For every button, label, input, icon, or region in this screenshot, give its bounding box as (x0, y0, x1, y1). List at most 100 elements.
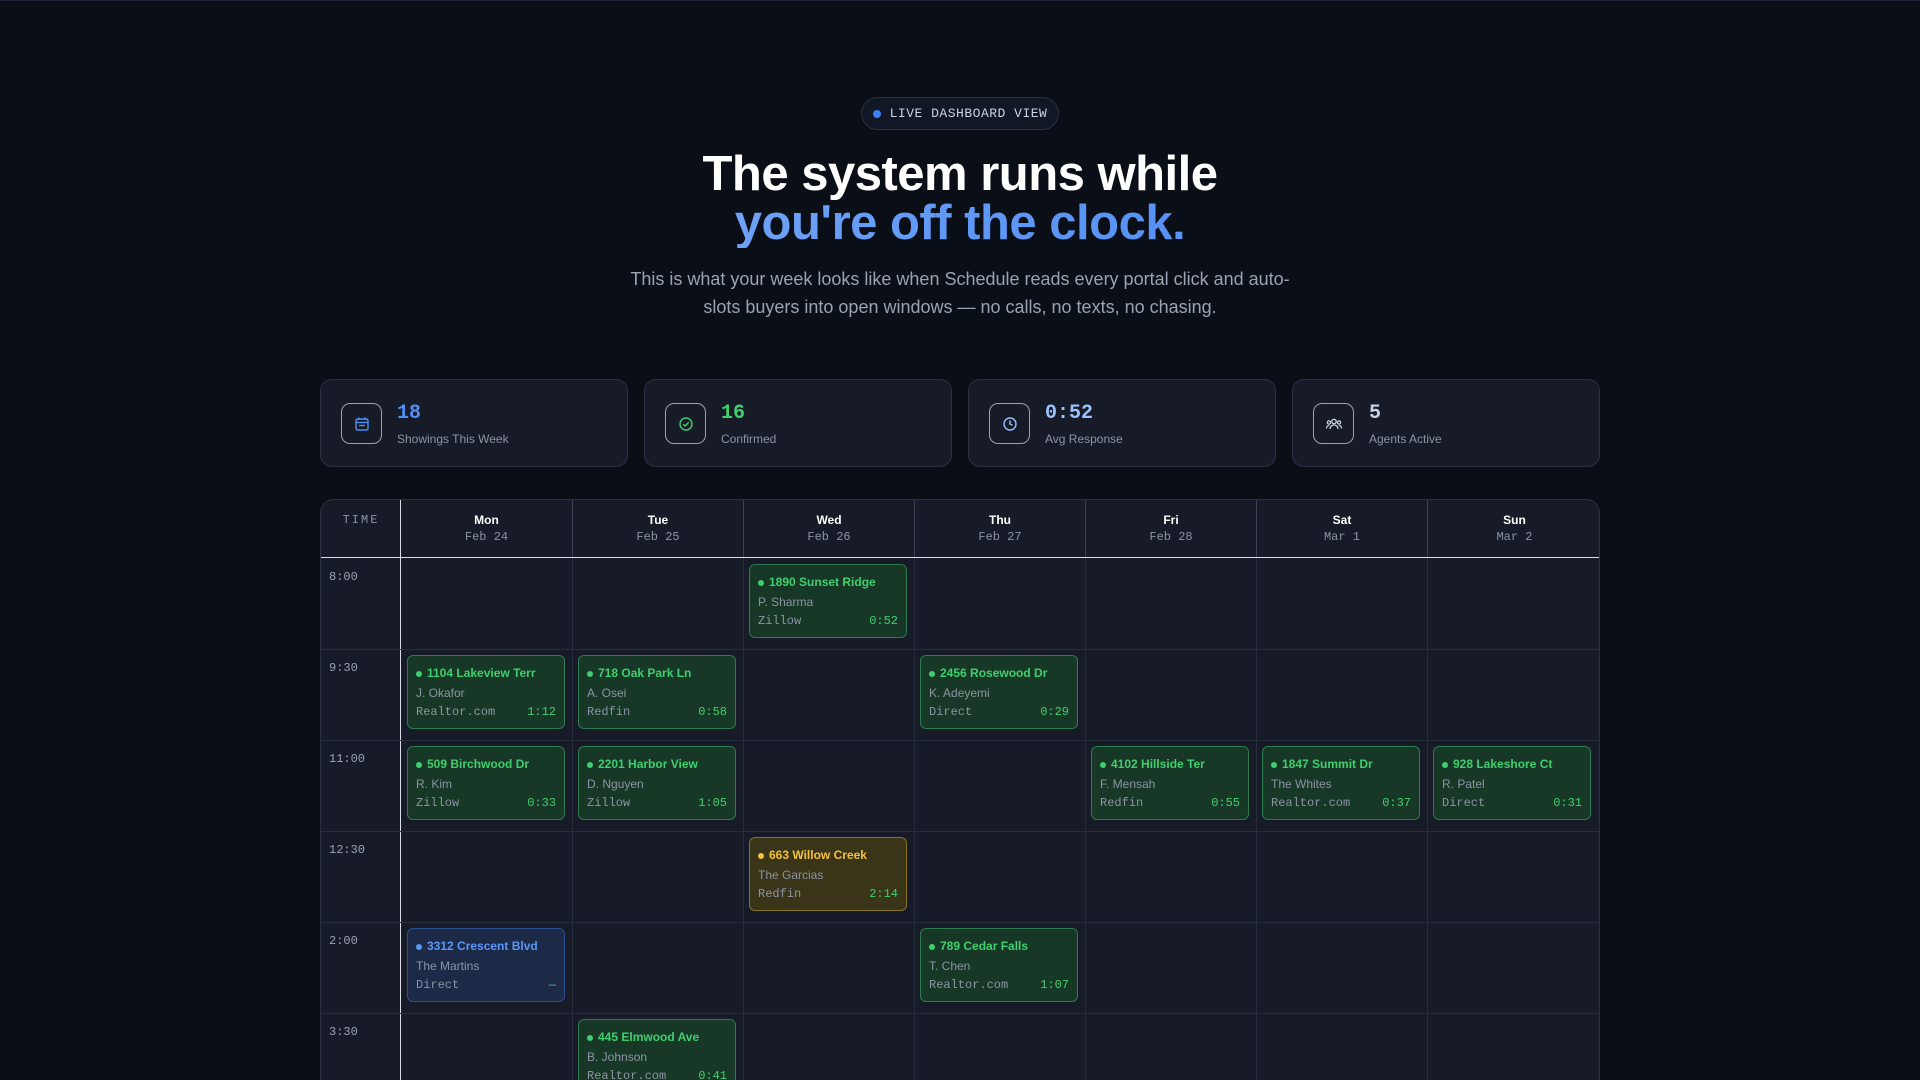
day-header-sun: Sun Mar 2 (1427, 500, 1599, 557)
event-response-time: 0:37 (1382, 796, 1411, 810)
live-dashboard-badge: LIVE DASHBOARD VIEW (861, 97, 1059, 130)
event-source: Direct (929, 705, 973, 719)
event-address: 1847 Summit Dr (1282, 757, 1373, 771)
showing-event-card[interactable]: 445 Elmwood Ave B. Johnson Realtor.com 0:41 (578, 1019, 736, 1080)
day-name: Wed (816, 513, 842, 527)
time-row-divider (321, 740, 1599, 741)
showing-event-card[interactable]: 3312 Crescent Blvd The Martins Direct — (407, 928, 565, 1002)
day-column-divider (1427, 558, 1428, 1080)
event-response-time: 0:29 (1040, 705, 1069, 719)
time-row-divider (321, 831, 1599, 832)
clock-icon (989, 403, 1030, 444)
showing-event-card[interactable]: 663 Willow Creek The Garcias Redfin 2:14 (749, 837, 907, 911)
check-circle-icon (665, 403, 706, 444)
event-address: 2456 Rosewood Dr (940, 666, 1048, 680)
status-dot-icon (758, 853, 764, 859)
day-name: Mon (474, 513, 499, 527)
event-buyer: D. Nguyen (587, 777, 644, 791)
time-slot-label: 8:00 (329, 570, 358, 584)
header-divider (321, 557, 1599, 558)
day-header-fri: Fri Feb 28 (1085, 500, 1256, 557)
event-buyer: The Whites (1271, 777, 1332, 791)
stat-card: 0:52 Avg Response (968, 379, 1276, 467)
event-buyer: R. Kim (416, 777, 452, 791)
event-response-time: 2:14 (869, 887, 898, 901)
event-response-time: 0:58 (698, 705, 727, 719)
top-border (0, 0, 1920, 1)
event-buyer: P. Sharma (758, 595, 814, 609)
event-address: 789 Cedar Falls (940, 939, 1029, 953)
day-column-divider (743, 558, 744, 1080)
day-date: Mar 2 (1496, 530, 1533, 544)
event-source: Redfin (758, 887, 802, 901)
day-column-divider (572, 558, 573, 1080)
day-name: Thu (989, 513, 1011, 527)
stat-label: Agents Active (1369, 432, 1442, 446)
badge-label: LIVE DASHBOARD VIEW (889, 106, 1048, 121)
status-dot-icon (929, 671, 935, 677)
status-dot-icon (1100, 762, 1106, 768)
day-column-divider (914, 558, 915, 1080)
event-address: 718 Oak Park Ln (598, 666, 692, 680)
stat-label: Avg Response (1045, 432, 1123, 446)
time-column-divider (400, 500, 401, 1080)
event-source: Zillow (758, 614, 802, 628)
showing-event-card[interactable]: 2201 Harbor View D. Nguyen Zillow 1:05 (578, 746, 736, 820)
status-dot-icon (416, 671, 422, 677)
stat-value: 5 (1369, 402, 1382, 425)
showing-event-card[interactable]: 1104 Lakeview Terr J. Okafor Realtor.com 1:… (407, 655, 565, 729)
event-address: 2201 Harbor View (598, 757, 698, 771)
day-date: Feb 28 (1149, 530, 1193, 544)
event-address: 1104 Lakeview Terr (427, 666, 536, 680)
status-dot-icon (1271, 762, 1277, 768)
time-slot-label: 2:00 (329, 934, 358, 948)
day-column-divider (1085, 558, 1086, 1080)
event-source: Zillow (587, 796, 631, 810)
event-address: 445 Elmwood Ave (598, 1030, 700, 1044)
day-name: Sun (1503, 513, 1526, 527)
day-date: Feb 24 (464, 530, 509, 544)
users-icon (1313, 403, 1354, 444)
day-header-mon: Mon Feb 24 (401, 500, 572, 557)
event-buyer: T. Chen (929, 959, 971, 973)
event-source: Redfin (587, 705, 631, 719)
showing-event-card[interactable]: 1890 Sunset Ridge P. Sharma Zillow 0:52 (749, 564, 907, 638)
showing-event-card[interactable]: 509 Birchwood Dr R. Kim Zillow 0:33 (407, 746, 565, 820)
showing-event-card[interactable]: 1847 Summit Dr The Whites Realtor.com 0:37 (1262, 746, 1420, 820)
event-source: Realtor.com (416, 705, 496, 719)
day-date: Feb 26 (807, 530, 851, 544)
showing-event-card[interactable]: 2456 Rosewood Dr K. Adeyemi Direct 0:29 (920, 655, 1078, 729)
event-source: Realtor.com (929, 978, 1009, 992)
day-name: Sat (1332, 513, 1352, 527)
day-column-divider (1256, 558, 1257, 1080)
event-source: Direct (1442, 796, 1486, 810)
time-row-divider (321, 649, 1599, 650)
event-address: 3312 Crescent Blvd (427, 939, 538, 953)
event-buyer: A. Osei (587, 686, 627, 700)
showing-event-card[interactable]: 789 Cedar Falls T. Chen Realtor.com 1:07 (920, 928, 1078, 1002)
showing-event-card[interactable]: 928 Lakeshore Ct R. Patel Direct 0:31 (1433, 746, 1591, 820)
event-source: Realtor.com (1271, 796, 1351, 810)
event-source: Realtor.com (587, 1069, 667, 1080)
event-buyer: The Garcias (758, 868, 824, 882)
day-name: Fri (1163, 513, 1179, 527)
event-address: 663 Willow Creek (769, 848, 867, 862)
event-address: 509 Birchwood Dr (427, 757, 530, 771)
status-dot-icon (587, 1035, 593, 1041)
headline: The system runs while you're off the clo… (0, 150, 1920, 248)
headline-line-1: The system runs while (702, 147, 1218, 201)
event-response-time: 0:33 (527, 796, 556, 810)
time-slot-label: 3:30 (329, 1025, 358, 1039)
status-dot-icon (416, 762, 422, 768)
event-buyer: F. Mensah (1100, 777, 1156, 791)
event-response-time: 0:52 (869, 614, 898, 628)
stat-label: Confirmed (721, 432, 777, 446)
showing-event-card[interactable]: 4102 Hillside Ter F. Mensah Redfin 0:55 (1091, 746, 1249, 820)
event-address: 928 Lakeshore Ct (1453, 757, 1553, 771)
showing-event-card[interactable]: 718 Oak Park Ln A. Osei Redfin 0:58 (578, 655, 736, 729)
status-dot-icon (416, 944, 422, 950)
time-column-header: TIME (342, 513, 380, 527)
event-buyer: K. Adeyemi (929, 686, 990, 700)
day-header-wed: Wed Feb 26 (743, 500, 914, 557)
event-response-time: — (548, 978, 556, 992)
